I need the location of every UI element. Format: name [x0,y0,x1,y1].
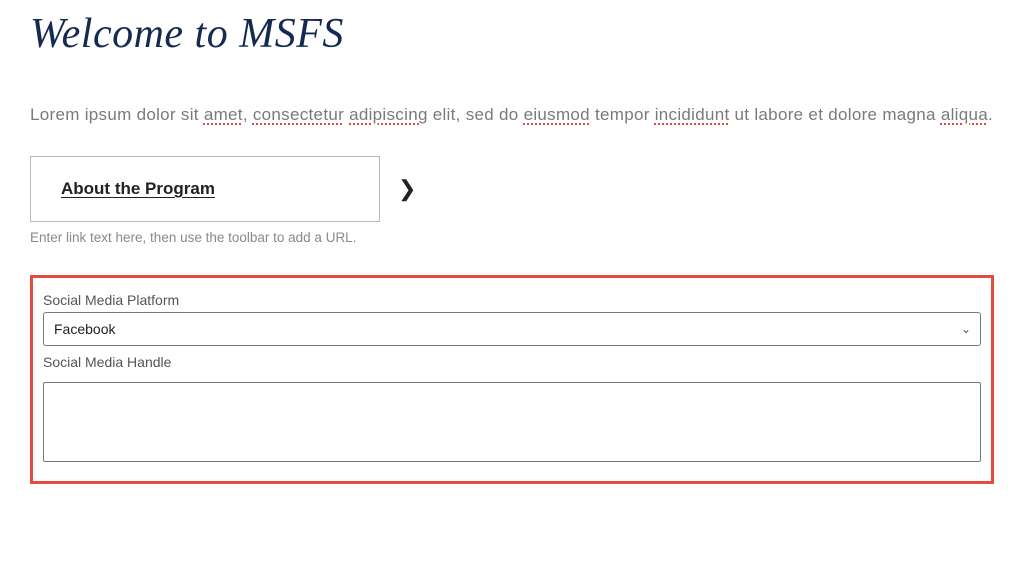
body-text-fragment: ut labore et dolore magna [730,105,941,124]
spellcheck-word: consectetur [253,105,344,124]
body-text-fragment: . [988,105,993,124]
spellcheck-word: eiusmod [524,105,590,124]
handle-field-label: Social Media Handle [43,354,981,370]
spellcheck-word: incididunt [655,105,730,124]
handle-input[interactable] [43,382,981,462]
about-program-button[interactable]: About the Program [30,156,380,222]
body-paragraph[interactable]: Lorem ipsum dolor sit amet, consectetur … [30,98,994,132]
cta-row: About the Program ❯ [30,156,994,222]
spellcheck-word: adipiscing [349,105,428,124]
body-text-fragment: Lorem ipsum dolor sit [30,105,204,124]
page-title: Welcome to MSFS [30,10,994,58]
body-text-fragment: , [243,105,253,124]
platform-select-wrap: Facebook ⌄ [43,312,981,346]
chevron-right-icon: ❯ [398,176,416,202]
spellcheck-word: amet [204,105,243,124]
about-program-label: About the Program [61,179,215,198]
social-media-form: Social Media Platform Facebook ⌄ Social … [30,275,994,484]
body-text-fragment: elit, sed do [428,105,524,124]
link-helper-text: Enter link text here, then use the toolb… [30,230,994,245]
platform-field-label: Social Media Platform [43,292,981,308]
body-text-fragment: tempor [590,105,655,124]
platform-select[interactable]: Facebook [43,312,981,346]
spellcheck-word: aliqua [941,105,988,124]
